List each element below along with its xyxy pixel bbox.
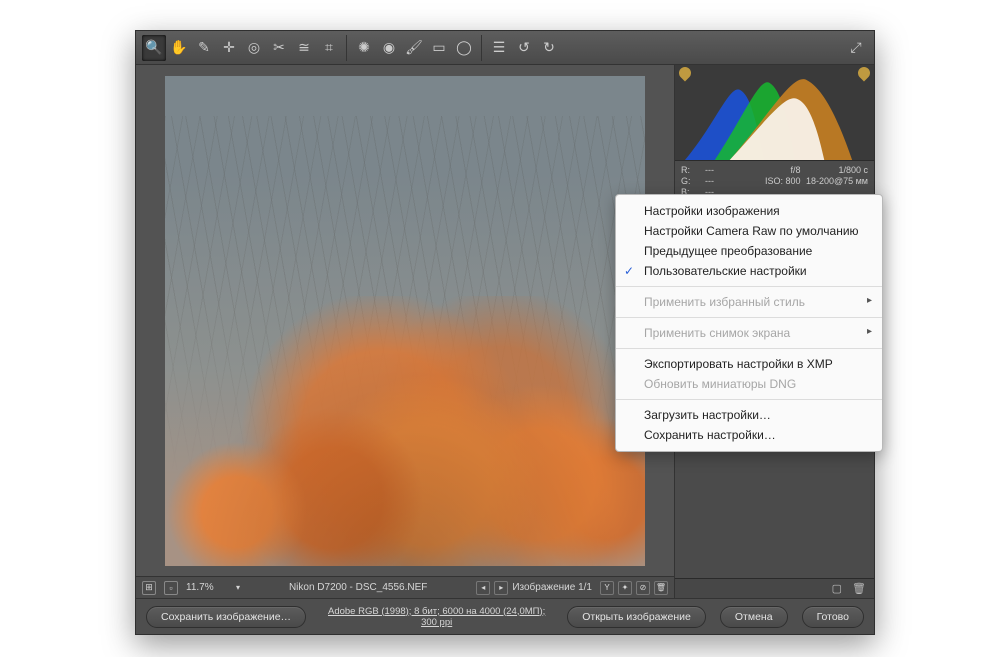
radial-filter-icon[interactable]: ◯ [452,35,476,61]
label-icon[interactable]: ✦ [618,581,632,595]
image-canvas[interactable] [136,65,674,576]
menu-item[interactable]: Предыдущее преобразование [616,241,882,261]
rotate-cw-icon[interactable]: ↻ [537,35,561,61]
white-balance-icon[interactable]: ✎ [192,35,216,61]
mark-icon[interactable]: ⊘ [636,581,650,595]
brush-icon[interactable]: 🖌 [402,35,426,61]
new-preset-icon[interactable]: ▢ [832,582,842,595]
toolbar: 🔍✋✎✛◎✂≅⌗ ✺◉🖌▭◯ ☰↺↻ ⤢ [136,31,874,65]
file-label: Nikon D7200 - DSC_4556.NEF [248,582,468,593]
histogram[interactable] [675,65,874,161]
bottom-bar: Сохранить изображение… Adobe RGB (1998);… [136,598,874,634]
workflow-options-link[interactable]: Adobe RGB (1998); 8 бит; 6000 на 4000 (2… [320,606,553,628]
color-sampler-icon[interactable]: ✛ [217,35,241,61]
fullscreen-toggle-icon[interactable]: ⤢ [844,35,868,61]
menu-item[interactable]: Экспортировать настройки в XMP [616,354,882,374]
presets-context-menu[interactable]: Настройки изображенияНастройки Camera Ra… [615,194,883,452]
menu-item: Применить избранный стиль [616,292,882,312]
save-image-button[interactable]: Сохранить изображение… [146,606,306,628]
canvas-footer: ⊞ ▫ 11.7% ▾ Nikon D7200 - DSC_4556.NEF ◂… [136,576,674,598]
grid-toggle-icon[interactable]: ⊞ [142,581,156,595]
target-adjust-icon[interactable]: ◎ [242,35,266,61]
crop-icon[interactable]: ✂ [267,35,291,61]
redeye-icon[interactable]: ◉ [377,35,401,61]
prev-image-icon[interactable]: ◂ [476,581,490,595]
done-button[interactable]: Готово [802,606,864,628]
menu-item[interactable]: Загрузить настройки… [616,405,882,425]
grad-filter-icon[interactable]: ▭ [427,35,451,61]
menu-item: Применить снимок экрана [616,323,882,343]
output-toggle-icon[interactable]: ▫ [164,581,178,595]
zoom-icon[interactable]: 🔍 [142,35,166,61]
delete-preset-icon[interactable]: 🗑 [852,582,866,595]
rating-icon[interactable]: Y [600,581,614,595]
photo-preview [165,76,645,566]
next-image-icon[interactable]: ▸ [494,581,508,595]
menu-item[interactable]: ✓Пользовательские настройки [616,261,882,281]
straighten-icon[interactable]: ≅ [292,35,316,61]
transform-icon[interactable]: ⌗ [317,35,341,61]
panel-footer: ▢ 🗑 [675,578,874,598]
cancel-button[interactable]: Отмена [720,606,788,628]
zoom-readout[interactable]: 11.7% [186,582,228,593]
open-image-button[interactable]: Открыть изображение [567,606,706,628]
hand-icon[interactable]: ✋ [167,35,191,61]
rotate-ccw-icon[interactable]: ↺ [512,35,536,61]
spot-removal-icon[interactable]: ✺ [352,35,376,61]
menu-item[interactable]: Настройки изображения [616,201,882,221]
menu-item[interactable]: Сохранить настройки… [616,425,882,445]
trash-icon[interactable]: 🗑 [654,581,668,595]
menu-item: Обновить миниатюры DNG [616,374,882,394]
prefs-icon[interactable]: ☰ [487,35,511,61]
menu-item[interactable]: Настройки Camera Raw по умолчанию [616,221,882,241]
image-counter: Изображение 1/1 [512,582,592,593]
